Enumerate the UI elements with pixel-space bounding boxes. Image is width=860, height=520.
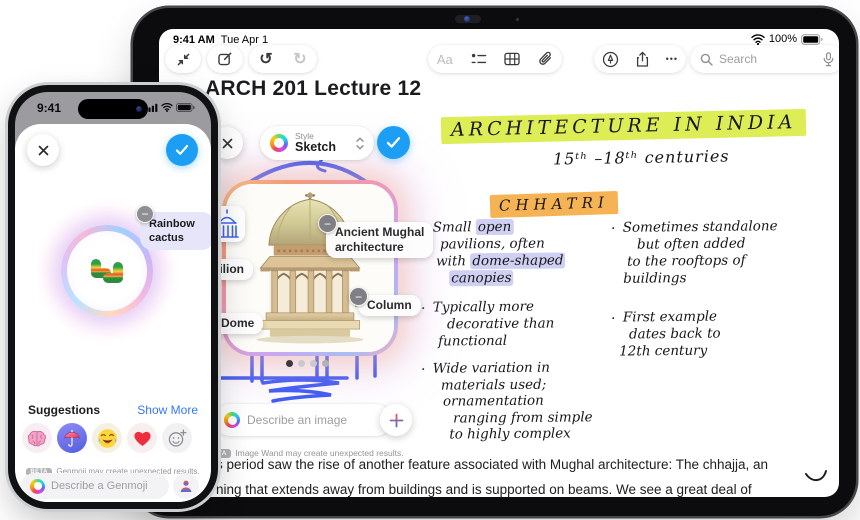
heart-emoji bbox=[133, 431, 151, 446]
tag-ancient-mughal-remove[interactable]: − bbox=[318, 214, 337, 233]
dynamic-island bbox=[78, 99, 148, 119]
ipad-screen: 9:41 AM Tue Apr 1 100% ↺ ↻ Aa ••• Search… bbox=[159, 29, 839, 497]
suggestion-brain[interactable] bbox=[22, 423, 52, 453]
style-rainbow-icon bbox=[270, 134, 288, 152]
genmoji-confirm-button[interactable] bbox=[166, 134, 198, 166]
image-wand-placeholder: Describe an image bbox=[247, 413, 348, 427]
front-camera-dot bbox=[136, 106, 142, 112]
genmoji-close-button[interactable] bbox=[27, 134, 59, 166]
wifi-icon bbox=[161, 103, 173, 112]
check-icon bbox=[175, 144, 189, 155]
battery-icon bbox=[176, 103, 195, 112]
umbrella-genmoji bbox=[64, 429, 80, 447]
iphone-time: 9:41 bbox=[37, 101, 62, 115]
page-dot-active[interactable] bbox=[286, 360, 293, 367]
signal-icon bbox=[145, 103, 158, 112]
note-body-text: s period saw the rise of another feature… bbox=[216, 457, 769, 497]
image-wand-sparkle-icon bbox=[224, 412, 240, 428]
tag-dome[interactable]: Dome bbox=[212, 313, 264, 334]
laughing-emoji bbox=[97, 428, 117, 448]
page-dot[interactable] bbox=[322, 360, 329, 367]
stage: 9:41 AM Tue Apr 1 100% ↺ ↻ Aa ••• Search… bbox=[0, 0, 860, 520]
image-page-dots[interactable] bbox=[286, 360, 329, 367]
iphone-device: 9:41 Rainbow cactus − Suggestions Show M… bbox=[8, 85, 218, 509]
check-icon bbox=[386, 137, 401, 148]
ipad-mic-dot bbox=[516, 18, 519, 21]
chevron-updown-icon bbox=[356, 137, 364, 149]
add-image-button[interactable] bbox=[380, 404, 412, 436]
plus-icon bbox=[389, 413, 403, 427]
page-dot[interactable] bbox=[310, 360, 317, 367]
suggestion-heart[interactable] bbox=[127, 423, 157, 453]
genmoji-prompt-remove[interactable]: − bbox=[136, 205, 154, 223]
suggestions-title: Suggestions bbox=[28, 403, 101, 417]
tag-ancient-mughal[interactable]: Ancient Mughal architecture bbox=[326, 222, 434, 258]
iphone-screen: 9:41 Rainbow cactus − Suggestions Show M… bbox=[15, 92, 211, 502]
genmoji-sparkle-icon bbox=[30, 478, 45, 494]
iphone-status-right bbox=[145, 103, 195, 112]
wand-confirm-button[interactable] bbox=[377, 126, 410, 159]
suggestion-laughing[interactable] bbox=[92, 423, 122, 453]
person-icon bbox=[180, 480, 192, 492]
close-icon bbox=[222, 138, 232, 148]
brain-emoji bbox=[27, 430, 46, 446]
add-emoji-icon bbox=[168, 429, 187, 447]
people-genmoji-button[interactable] bbox=[173, 473, 199, 499]
genmoji-input[interactable]: Describe a Genmoji bbox=[21, 473, 169, 499]
style-value: Sketch bbox=[295, 139, 336, 154]
show-more-link[interactable]: Show More bbox=[137, 403, 198, 417]
genmoji-sheet: Rainbow cactus − Suggestions Show More B… bbox=[15, 124, 211, 502]
ipad-device: 9:41 AM Tue Apr 1 100% ↺ ↻ Aa ••• Search… bbox=[133, 8, 856, 516]
tag-column-remove[interactable]: − bbox=[349, 287, 368, 306]
close-icon bbox=[38, 145, 48, 155]
suggestion-umbrella[interactable] bbox=[57, 423, 87, 453]
page-dot[interactable] bbox=[298, 360, 305, 367]
genmoji-placeholder: Describe a Genmoji bbox=[51, 480, 148, 492]
rainbow-cactus-genmoji bbox=[91, 250, 123, 295]
image-wand-input[interactable]: Describe an image bbox=[214, 404, 392, 436]
style-picker[interactable]: Style Sketch bbox=[260, 126, 374, 160]
suggestion-add-emoji[interactable] bbox=[162, 423, 192, 453]
ipad-camera-lens bbox=[464, 16, 470, 22]
